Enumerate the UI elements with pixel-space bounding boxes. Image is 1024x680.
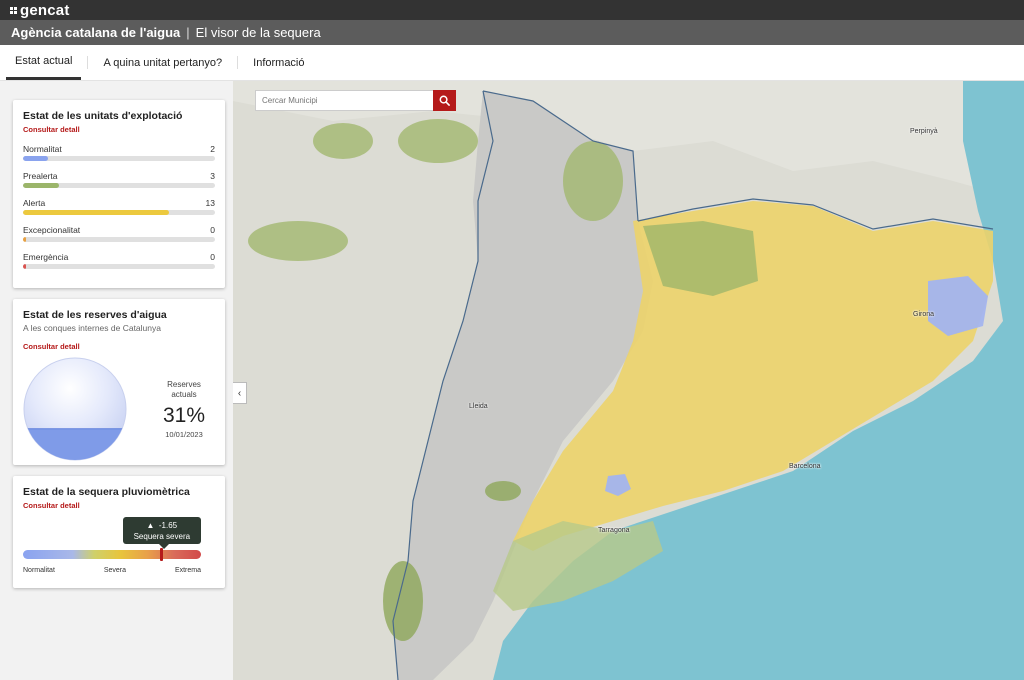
- search-button[interactable]: [433, 90, 456, 111]
- gencat-logo[interactable]: gencat: [10, 2, 70, 19]
- drought-detail-link[interactable]: Consultar detall: [23, 501, 215, 510]
- top-bar: gencat: [0, 0, 1024, 20]
- reserves-label: Reserves: [167, 379, 201, 389]
- unit-list: Normalitat 2 Prealerta 3 Alerta 13 Excepcio…: [23, 144, 215, 269]
- title-separator: |: [186, 25, 190, 40]
- unit-row-alerta: Alerta 13: [23, 198, 215, 215]
- gencat-logo-icon: [10, 6, 17, 14]
- unit-label: Normalitat: [23, 144, 62, 154]
- drought-scale-labels: Normalitat Severa Extrema: [23, 567, 201, 574]
- place-label: Girona: [913, 311, 935, 318]
- unit-row-excepcionalitat: Excepcionalitat 0: [23, 225, 215, 242]
- scale-label-severa: Severa: [103, 567, 127, 574]
- sidebar: Estat de les unitats d'explotació Consul…: [0, 81, 233, 680]
- units-card: Estat de les unitats d'explotació Consul…: [13, 100, 225, 288]
- place-label: Perpinyà: [910, 128, 938, 135]
- unit-count: 0: [210, 225, 215, 235]
- unit-bar: [23, 183, 215, 188]
- unit-bar-fill: [23, 264, 26, 269]
- reserves-info: Reserves actuals 31% 10/01/2023: [163, 380, 205, 439]
- unit-bar: [23, 210, 215, 215]
- scale-label-extrema: Extrema: [174, 567, 201, 574]
- unit-count: 2: [210, 144, 215, 154]
- drought-value: -1.65: [158, 521, 178, 530]
- tab-divider: [87, 56, 89, 69]
- agency-name[interactable]: Agència catalana de l'aigua: [11, 25, 180, 40]
- title-bar: Agència catalana de l'aigua | El visor d…: [0, 20, 1024, 45]
- reserves-label-2: actuals: [171, 389, 197, 399]
- unit-label: Alerta: [23, 198, 46, 208]
- search-icon: [439, 95, 450, 106]
- brand-name: gencat: [20, 1, 70, 19]
- tab-estat-actual[interactable]: Estat actual: [6, 45, 82, 80]
- tab-informacio[interactable]: Informació: [244, 45, 313, 80]
- scale-label-normalitat: Normalitat: [23, 567, 55, 574]
- reserves-card-title: Estat de les reserves d'aigua: [23, 309, 167, 321]
- drought-status: Sequera severa: [133, 532, 191, 541]
- unit-label: Prealerta: [23, 171, 58, 181]
- drought-gradient-bar: [23, 550, 201, 559]
- unit-row-prealerta: Prealerta 3: [23, 171, 215, 188]
- reserves-percent: 31%: [163, 403, 206, 427]
- unit-bar: [23, 264, 215, 269]
- unit-count: 0: [210, 252, 215, 262]
- unit-row-normalitat: Normalitat 2: [23, 144, 215, 161]
- reserves-card: Estat de les reserves d'aigua A les conq…: [13, 299, 225, 465]
- unit-bar-fill: [23, 210, 169, 215]
- units-card-title: Estat de les unitats d'explotació: [23, 110, 183, 122]
- unit-label: Excepcionalitat: [23, 225, 81, 235]
- unit-count: 3: [210, 171, 215, 181]
- unit-label: Emergència: [23, 252, 69, 262]
- place-label: Lleida: [469, 403, 488, 410]
- unit-bar-fill: [23, 183, 60, 188]
- map-canvas: [233, 81, 1024, 680]
- drought-tooltip: ▲ -1.65 Sequera severa: [122, 517, 201, 549]
- reserves-body: Reserves actuals 31% 10/01/2023: [23, 357, 215, 461]
- chevron-left-icon: ‹: [237, 387, 242, 399]
- reserves-detail-link[interactable]: Consultar detall: [23, 342, 215, 351]
- drought-map[interactable]: Perpinyà Lleida Barcelona Tarragona Giro…: [233, 81, 1024, 680]
- drought-card-title: Estat de la sequera pluviomètrica: [23, 486, 190, 498]
- unit-bar: [23, 237, 215, 242]
- drought-marker: [160, 548, 164, 561]
- tab-divider: [237, 56, 239, 69]
- app-name: El visor de la sequera: [195, 25, 321, 40]
- collapse-sidebar-button[interactable]: ‹: [233, 382, 247, 404]
- unit-bar: [23, 156, 215, 161]
- municipality-search: [255, 90, 456, 111]
- drought-card: Estat de la sequera pluviomètrica Consul…: [13, 476, 225, 588]
- drought-scale: ▲ -1.65 Sequera severa Normalitat Severa…: [23, 517, 215, 578]
- reserves-date: 10/01/2023: [165, 429, 203, 439]
- tab-quina-unitat[interactable]: A quina unitat pertanyo?: [94, 45, 231, 80]
- search-input[interactable]: [256, 91, 433, 110]
- unit-count: 13: [205, 198, 215, 208]
- reserves-sphere-icon: [23, 357, 127, 461]
- unit-row-emergencia: Emergència 0: [23, 252, 215, 269]
- reserves-card-subtitle: A les conques internes de Catalunya: [23, 323, 161, 333]
- unit-bar-fill: [23, 156, 48, 161]
- units-detail-link[interactable]: Consultar detall: [23, 125, 215, 134]
- place-label: Tarragona: [598, 527, 630, 534]
- unit-bar-fill: [23, 237, 26, 242]
- tab-bar: Estat actual A quina unitat pertanyo? In…: [0, 45, 1024, 81]
- place-label: Barcelona: [789, 463, 821, 470]
- triangle-up-icon: ▲: [146, 521, 155, 530]
